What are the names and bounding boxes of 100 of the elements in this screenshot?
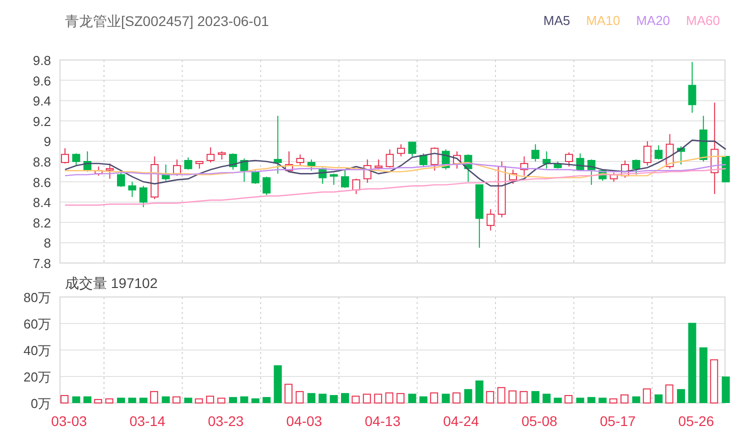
date-label: 05-08 <box>522 413 558 429</box>
date-label: 03-14 <box>130 413 166 429</box>
volume-bar <box>240 396 248 403</box>
candlestick <box>251 170 260 184</box>
candlestick <box>139 185 148 208</box>
volume-bar <box>194 398 203 404</box>
volume-bar <box>72 396 80 403</box>
volume-bar <box>642 388 651 404</box>
price-axis-label: 8.2 <box>32 215 51 230</box>
candlestick <box>195 161 204 170</box>
candlestick <box>61 148 69 164</box>
volume-axis-label: 40万 <box>24 343 51 358</box>
price-axis-label: 8.6 <box>32 174 51 190</box>
volume-bar <box>554 398 562 403</box>
volume-bar <box>419 396 428 403</box>
date-label: 04-24 <box>443 413 479 429</box>
price-axis-label: 7.8 <box>32 256 51 270</box>
candlestick <box>128 181 136 198</box>
candlestick <box>453 150 461 170</box>
volume-bar <box>330 395 338 403</box>
candlestick <box>722 156 730 182</box>
candlestick <box>341 169 349 188</box>
volume-bar <box>654 394 663 403</box>
volume-bar <box>722 376 730 403</box>
volume-bar <box>632 396 640 403</box>
date-label: 04-03 <box>286 413 322 429</box>
candlestick <box>106 163 114 180</box>
candlestick <box>184 156 192 170</box>
candlestick <box>117 171 125 188</box>
volume-bar <box>576 398 584 403</box>
price-axis-label: 8 <box>44 236 51 251</box>
price-axis-label: 9.6 <box>32 73 51 88</box>
date-label: 04-13 <box>364 413 400 429</box>
candlestick <box>363 158 372 184</box>
date-label: 03-03 <box>51 413 87 429</box>
volume-bar <box>486 391 494 404</box>
volume-bar <box>262 397 271 403</box>
volume-axis-label: 0万 <box>30 396 51 411</box>
volume-bar <box>620 394 628 404</box>
volume-bar <box>128 398 136 403</box>
candlestick <box>206 146 215 164</box>
legend-label: MA5 <box>543 12 570 30</box>
candlestick <box>352 178 360 194</box>
candlestick <box>554 161 562 170</box>
volume-bar <box>139 398 148 403</box>
candlestick <box>72 152 80 166</box>
volume-title: 成交量 197102 <box>65 274 158 292</box>
volume-axis-label: 20万 <box>24 370 51 384</box>
volume-bar <box>217 398 226 404</box>
candlestick <box>610 172 618 182</box>
date-label: 05-17 <box>600 413 636 429</box>
volume-bar <box>430 392 438 404</box>
volume-bar <box>508 390 516 404</box>
volume-bar <box>665 384 674 404</box>
volume-bar <box>318 394 327 403</box>
legend-label: MA20 <box>636 12 670 30</box>
volume-bar <box>598 398 607 403</box>
price-axis-label: 9.8 <box>32 53 51 68</box>
price-axis-label: 8.8 <box>32 154 51 170</box>
price-axis-label: 9 <box>44 134 51 150</box>
candlestick <box>285 150 293 172</box>
candlestick <box>565 152 573 168</box>
volume-bar <box>710 359 718 404</box>
candlestick <box>430 146 439 172</box>
volume-bar <box>274 365 282 403</box>
volume-axis-label: 60万 <box>24 316 51 332</box>
volume-bar <box>442 394 450 403</box>
price-axis-label: 8.4 <box>32 195 51 210</box>
price-axis-label: 9.2 <box>32 114 51 129</box>
volume-bar <box>206 396 214 404</box>
candlestick <box>531 144 540 162</box>
candlestick <box>621 160 629 178</box>
candlestick <box>397 144 405 157</box>
candlestick <box>654 144 663 160</box>
volume-bar <box>341 393 349 403</box>
volume-bar <box>497 387 506 404</box>
candlestick <box>307 158 316 172</box>
candlestick <box>542 150 551 170</box>
date-label: 03-23 <box>208 413 244 429</box>
candlestick <box>576 152 584 172</box>
candlestick <box>94 166 103 176</box>
volume-bar <box>374 394 382 404</box>
candlestick <box>643 140 652 166</box>
volume-bar <box>362 394 371 404</box>
price-axis-label: 9.4 <box>32 94 51 109</box>
volume-bar <box>162 396 170 403</box>
volume-bar <box>408 394 416 403</box>
volume-bar <box>699 347 708 403</box>
volume-bar <box>296 391 304 404</box>
candlestick <box>374 158 383 170</box>
volume-bar <box>475 380 484 403</box>
volume-bar <box>83 396 92 403</box>
candlestick <box>677 146 685 166</box>
candlestick <box>464 154 472 182</box>
candlestick <box>498 161 506 218</box>
volume-bar <box>531 391 540 403</box>
volume-bar <box>352 396 360 404</box>
candlestick <box>408 142 416 157</box>
candlestick <box>162 164 170 182</box>
candlestick <box>218 150 226 160</box>
